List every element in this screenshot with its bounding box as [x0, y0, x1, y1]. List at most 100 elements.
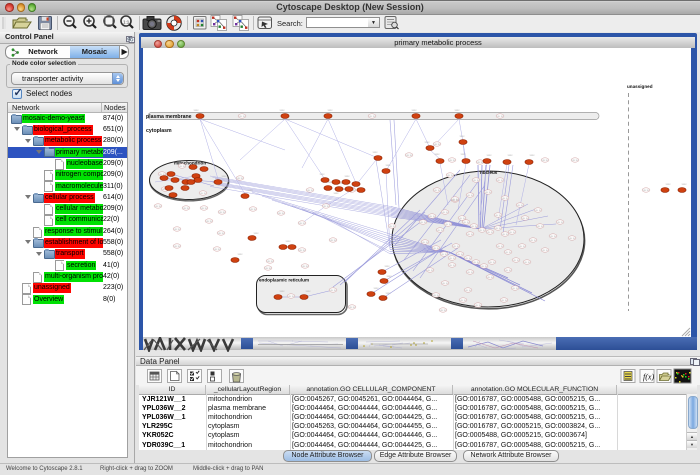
- svg-text:xxx xx: xxx xx: [530, 239, 537, 242]
- svg-text:xxx xx: xxx xx: [550, 235, 557, 238]
- svg-text:xxx xx: xxx xx: [330, 289, 337, 292]
- svg-text:xxx xx: xxx xx: [441, 253, 448, 256]
- svg-text:unassigned: unassigned: [627, 84, 653, 89]
- svg-text:xxxx: xxxx: [280, 109, 286, 112]
- svg-text:xxx xx: xxx xx: [513, 259, 520, 262]
- svg-text:xxx xx: xxx xx: [218, 232, 225, 235]
- svg-text:xxx xx: xxx xx: [206, 220, 213, 223]
- svg-text:xxx xx: xxx xx: [502, 197, 509, 200]
- svg-text:xxx xx: xxx xx: [389, 225, 396, 228]
- svg-text:xxxx: xxxx: [460, 135, 466, 138]
- svg-text:xxx xx: xxx xx: [475, 304, 482, 307]
- svg-text:xxxx: xxxx: [386, 164, 392, 167]
- svg-text:xxx xx: xxx xx: [307, 189, 314, 192]
- svg-text:xxx xx: xxx xx: [537, 225, 544, 228]
- svg-text:xxx xx: xxx xx: [299, 249, 306, 252]
- svg-text:xxx xx: xxx xx: [467, 271, 474, 274]
- svg-text:xxx xx: xxx xx: [433, 294, 440, 297]
- svg-text:xxx xx: xxx xx: [467, 233, 474, 236]
- svg-text:xxxx: xxxx: [345, 175, 351, 178]
- svg-text:xxx xx: xxx xx: [183, 207, 190, 210]
- svg-text:xxx xx: xxx xx: [437, 229, 444, 232]
- svg-text:xxxx: xxxx: [487, 154, 493, 157]
- svg-text:xxx xx: xxx xx: [174, 228, 181, 231]
- svg-text:xxx xx: xxx xx: [449, 264, 456, 267]
- svg-text:xxx xx: xxx xx: [219, 211, 226, 214]
- svg-text:xxx xx: xxx xx: [505, 251, 512, 254]
- svg-text:xxxx: xxxx: [387, 275, 393, 278]
- svg-text:xxx xx: xxx xx: [323, 205, 330, 208]
- svg-text:xxx xx: xxx xx: [442, 282, 449, 285]
- svg-text:xxx xx: xxx xx: [497, 179, 504, 182]
- svg-text:xxx xx: xxx xx: [643, 189, 650, 192]
- svg-text:xxx xx: xxx xx: [465, 257, 472, 260]
- svg-text:xxxx: xxxx: [530, 154, 536, 157]
- svg-text:xxxx: xxxx: [248, 189, 254, 192]
- svg-text:xxx xx: xxx xx: [201, 207, 208, 210]
- svg-text:xxx xx: xxx xx: [473, 179, 480, 182]
- svg-text:xxxx: xxxx: [682, 183, 688, 186]
- svg-text:xxx xx: xxx xx: [487, 231, 494, 234]
- svg-text:xxx xx: xxx xx: [517, 204, 524, 207]
- svg-text:xxx xx: xxx xx: [459, 217, 466, 220]
- svg-text:xxx xx: xxx xx: [572, 159, 579, 162]
- svg-text:xxx xx: xxx xx: [440, 309, 447, 312]
- svg-text:xxxx: xxxx: [386, 292, 392, 295]
- svg-text:xxx xx: xxx xx: [485, 191, 492, 194]
- svg-text:f(x): f(x): [643, 373, 654, 382]
- svg-text:xxxx: xxxx: [286, 240, 292, 243]
- svg-text:xxx xx: xxx xx: [214, 248, 221, 251]
- svg-text:xxx xx: xxx xx: [453, 245, 460, 248]
- svg-text:xxx xx: xxx xx: [442, 211, 449, 214]
- svg-text:xxx xx: xxx xx: [299, 222, 306, 225]
- svg-text:xxx xx: xxx xx: [487, 276, 494, 279]
- svg-text:xxx xx: xxx xx: [524, 261, 531, 264]
- svg-text:xxx xx: xxx xx: [434, 189, 441, 192]
- svg-text:xxxx: xxxx: [222, 175, 228, 178]
- svg-text:xxx xx: xxx xx: [519, 245, 526, 248]
- svg-text:xxxx: xxxx: [455, 109, 461, 112]
- svg-text:xxx xx: xxx xx: [239, 115, 246, 118]
- svg-text:xxxx: xxxx: [373, 151, 379, 154]
- svg-text:xxx xx: xxx xx: [250, 208, 257, 211]
- svg-text:xxxx: xxxx: [334, 192, 340, 195]
- svg-text:xxxx: xxxx: [238, 253, 244, 256]
- svg-text:xxx xx: xxx xx: [502, 233, 509, 236]
- svg-text:xxx xx: xxx xx: [267, 260, 274, 263]
- svg-text:xxx xx: xxx xx: [427, 269, 434, 272]
- svg-text:1:1: 1:1: [123, 20, 130, 25]
- svg-text:xxx xx: xxx xx: [288, 295, 295, 298]
- svg-text:xxx xx: xxx xx: [155, 205, 162, 208]
- svg-text:xxx xx: xxx xx: [200, 192, 207, 195]
- svg-text:nucleus: nucleus: [480, 170, 498, 175]
- svg-text:xxxx: xxxx: [385, 265, 391, 268]
- svg-text:xxx xx: xxx xx: [349, 306, 356, 309]
- svg-text:xxx xx: xxx xx: [445, 223, 452, 226]
- svg-text:xxxx: xxxx: [374, 287, 380, 290]
- svg-text:xxx xx: xxx xx: [463, 221, 470, 224]
- svg-text:xxx xx: xxx xx: [420, 221, 427, 224]
- svg-text:xxx xx: xxx xx: [179, 165, 186, 168]
- svg-text:xxx xx: xxx xx: [473, 261, 480, 264]
- svg-text:xxx xx: xxx xx: [174, 245, 181, 248]
- svg-text:xxx xx: xxx xx: [522, 217, 529, 220]
- svg-text:xxx xx: xxx xx: [237, 177, 244, 180]
- svg-text:xxxx: xxxx: [425, 141, 431, 144]
- svg-text:xxx xx: xxx xx: [512, 287, 519, 290]
- svg-text:xxxx: xxxx: [435, 153, 441, 156]
- svg-text:xxx xx: xxx xx: [452, 198, 459, 201]
- svg-text:xxx xx: xxx xx: [467, 194, 474, 197]
- svg-text:xxx xx: xxx xx: [509, 231, 516, 234]
- svg-text:plasma membrane: plasma membrane: [146, 114, 192, 120]
- svg-text:xxx xx: xxx xx: [465, 289, 472, 292]
- svg-text:xxx xx: xxx xx: [497, 115, 504, 118]
- svg-text:cytoplasm: cytoplasm: [146, 128, 172, 134]
- svg-text:xxx xx: xxx xx: [471, 225, 478, 228]
- svg-text:xxx xx: xxx xx: [495, 214, 502, 217]
- svg-text:xxxx: xxxx: [194, 109, 200, 112]
- svg-text:xxxx: xxxx: [508, 154, 514, 157]
- svg-text:xxx xx: xxx xx: [457, 253, 464, 256]
- svg-text:xxx xx: xxx xx: [557, 221, 564, 224]
- svg-text:xxxx: xxxx: [328, 109, 334, 112]
- svg-text:xxx xx: xxx xx: [449, 159, 456, 162]
